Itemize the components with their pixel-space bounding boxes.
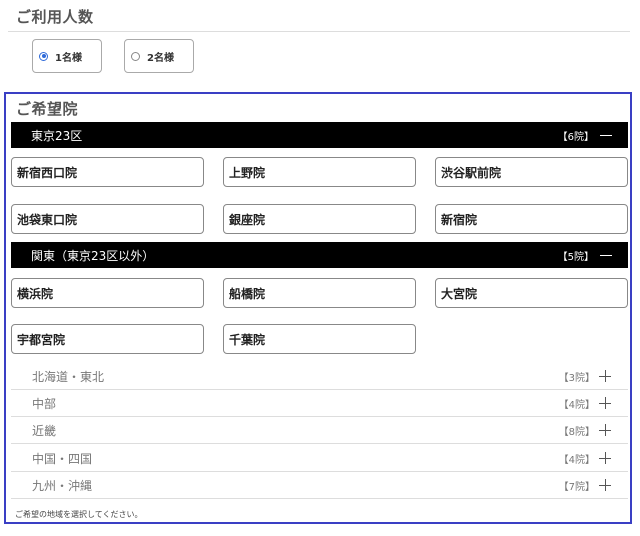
clinic-button-chiba[interactable]: 千葉院 <box>223 324 416 354</box>
region-count: 【3院】 <box>558 372 595 384</box>
region-row-chubu[interactable]: 中部 【4院】 <box>11 390 628 417</box>
region-count: 【4院】 <box>558 399 595 411</box>
radio-unselected-icon[interactable] <box>131 51 140 61</box>
clinic-heading: ご希望院 <box>16 100 79 118</box>
region-header-tokyo23[interactable]: 東京23区 【6院】 <box>11 122 628 148</box>
plus-icon[interactable] <box>599 370 611 382</box>
clinic-label: 渋谷駅前院 <box>441 165 502 180</box>
region-name: 中部 <box>32 396 57 411</box>
radio-selected-icon[interactable] <box>39 51 48 61</box>
clinic-label: 上野院 <box>229 165 266 180</box>
region-count: 【6院】 <box>557 131 594 143</box>
clinic-button-omiya[interactable]: 大宮院 <box>435 278 628 308</box>
minus-icon[interactable] <box>600 254 612 256</box>
plus-icon[interactable] <box>599 479 611 491</box>
clinic-label: 横浜院 <box>17 286 54 301</box>
clinic-label: 千葉院 <box>229 332 266 347</box>
plus-icon[interactable] <box>599 424 611 436</box>
clinic-button-utsunomiya[interactable]: 宇都宮院 <box>11 324 204 354</box>
clinic-button-shinjuku-nishiguchi[interactable]: 新宿西口院 <box>11 157 204 187</box>
region-count: 【8院】 <box>558 426 595 438</box>
region-row-kinki[interactable]: 近畿 【8院】 <box>11 417 628 444</box>
region-name: 東京23区 <box>31 128 83 143</box>
clinic-button-shibuya-ekimae[interactable]: 渋谷駅前院 <box>435 157 628 187</box>
clinic-button-ikebukuro-higashiguchi[interactable]: 池袋東口院 <box>11 204 204 234</box>
clinic-label: 新宿院 <box>441 212 478 227</box>
divider <box>8 31 630 32</box>
region-count: 【7院】 <box>558 481 595 493</box>
people-option-2[interactable]: 2名様 <box>124 39 194 73</box>
people-option-1[interactable]: 1名様 <box>32 39 102 73</box>
clinic-label: 船橋院 <box>229 286 266 301</box>
clinic-label: 新宿西口院 <box>17 165 78 180</box>
clinic-button-ueno[interactable]: 上野院 <box>223 157 416 187</box>
region-name: 中国・四国 <box>32 451 93 466</box>
clinic-button-shinjuku[interactable]: 新宿院 <box>435 204 628 234</box>
helper-text: ご希望の地域を選択してください。 <box>15 510 143 519</box>
people-option-label: 1名様 <box>55 52 82 64</box>
minus-icon[interactable] <box>600 134 612 136</box>
region-name: 近畿 <box>32 423 57 438</box>
plus-icon[interactable] <box>599 397 611 409</box>
clinic-button-funabashi[interactable]: 船橋院 <box>223 278 416 308</box>
region-name: 関東（東京23区以外） <box>31 248 155 263</box>
clinic-label: 池袋東口院 <box>17 212 78 227</box>
clinic-label: 銀座院 <box>229 212 266 227</box>
region-count: 【5院】 <box>557 251 594 263</box>
region-row-kyushu-okinawa[interactable]: 九州・沖縄 【7院】 <box>11 472 628 499</box>
region-count: 【4院】 <box>558 454 595 466</box>
clinic-label: 大宮院 <box>441 286 478 301</box>
people-option-label: 2名様 <box>147 52 174 64</box>
region-header-kanto[interactable]: 関東（東京23区以外） 【5院】 <box>11 242 628 268</box>
region-name: 九州・沖縄 <box>32 478 93 493</box>
usage-heading: ご利用人数 <box>16 8 94 26</box>
plus-icon[interactable] <box>599 452 611 464</box>
region-row-hokkaido-tohoku[interactable]: 北海道・東北 【3院】 <box>11 363 628 390</box>
region-row-chugoku-shikoku[interactable]: 中国・四国 【4院】 <box>11 445 628 472</box>
clinic-label: 宇都宮院 <box>17 332 66 347</box>
region-name: 北海道・東北 <box>32 369 105 384</box>
clinic-button-ginza[interactable]: 銀座院 <box>223 204 416 234</box>
clinic-button-yokohama[interactable]: 横浜院 <box>11 278 204 308</box>
